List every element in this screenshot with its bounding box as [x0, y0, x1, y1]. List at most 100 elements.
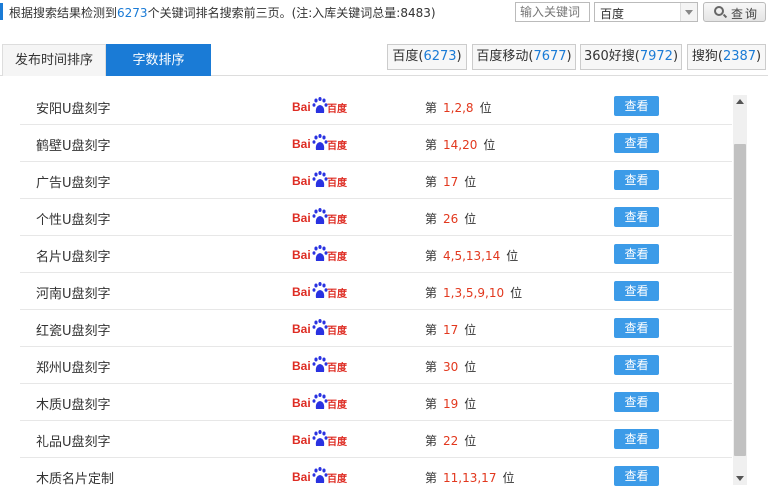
search-icon — [714, 6, 724, 16]
baidu-logo-icon: Bai 百度 — [292, 467, 348, 485]
logo-latin: Bai — [292, 174, 311, 188]
chevron-down-icon[interactable] — [680, 3, 697, 21]
rank-suffix: 位 — [464, 434, 477, 448]
engine-tab-count: 6273 — [423, 49, 457, 64]
keyword-text: 红瓷U盘刻字 — [36, 324, 111, 339]
baidu-logo-icon: Bai 百度 — [292, 245, 348, 263]
logo-latin: Bai — [292, 100, 311, 114]
engine-tab-baidu-mobile[interactable]: 百度移动(7677) — [472, 44, 576, 70]
rank-text: 第 14,20 位 — [425, 136, 495, 153]
rank-positions: 17 — [443, 175, 459, 189]
tab-word-count-sort[interactable]: 字数排序 — [106, 44, 211, 76]
engine-tab-name: 360好搜 — [583, 49, 635, 64]
logo-cn: 百度 — [327, 102, 348, 115]
rank-suffix: 位 — [510, 286, 523, 300]
keyword-text: 鹤壁U盘刻字 — [36, 139, 111, 154]
view-button[interactable]: 查看 — [614, 318, 659, 338]
summary-total: 8483 — [400, 6, 431, 20]
view-button[interactable]: 查看 — [614, 170, 659, 190]
logo-cn: 百度 — [327, 435, 348, 448]
keyword-text: 个性U盘刻字 — [36, 213, 111, 228]
rank-positions: 17 — [443, 323, 459, 337]
table-row: 个性U盘刻字 Bai 百度 第 26 位 查看 — [20, 199, 732, 236]
rank-prefix: 第 — [425, 175, 438, 189]
logo-latin: Bai — [292, 137, 311, 151]
result-list: 安阳U盘刻字 Bai 百度第 1,2,8 位查看 鹤壁U盘刻字 Bai 百度第 14,20 位查看… — [0, 88, 733, 491]
rank-suffix: 位 — [464, 397, 477, 411]
logo-cn: 百度 — [327, 176, 348, 189]
view-button[interactable]: 查看 — [614, 281, 659, 301]
rank-prefix: 第 — [425, 101, 438, 115]
rank-suffix: 位 — [464, 212, 477, 226]
keyword-text: 名片U盘刻字 — [36, 250, 111, 265]
rank-prefix: 第 — [425, 249, 438, 263]
rank-positions: 30 — [443, 360, 459, 374]
paw-icon — [312, 393, 328, 409]
view-button[interactable]: 查看 — [614, 207, 659, 227]
rank-text: 第 22 位 — [425, 432, 476, 449]
rank-positions: 4,5,13,14 — [443, 249, 501, 263]
query-button[interactable]: 查询 — [703, 2, 766, 22]
rank-suffix: 位 — [502, 471, 515, 485]
baidu-logo-icon: Bai 百度 — [292, 134, 348, 152]
logo-latin: Bai — [292, 322, 311, 336]
view-button[interactable]: 查看 — [614, 133, 659, 153]
rank-text: 第 17 位 — [425, 173, 476, 190]
keyword-text: 木质名片定制 — [36, 472, 115, 487]
table-row: 礼品U盘刻字 Bai 百度 第 22 位 查看 — [20, 421, 732, 458]
rank-suffix: 位 — [506, 249, 519, 263]
table-row: 河南U盘刻字 Bai 百度 第 1,3,5,9,10 位 查看 — [20, 273, 732, 310]
paw-icon — [312, 208, 328, 224]
view-button[interactable]: 查看 — [614, 466, 659, 486]
logo-cn: 百度 — [327, 139, 348, 152]
logo-latin: Bai — [292, 433, 311, 447]
keyword-text: 郑州U盘刻字 — [36, 361, 111, 376]
keyword-search-input[interactable] — [515, 2, 590, 22]
baidu-logo-icon: Bai 百度 — [292, 430, 348, 448]
rank-text: 第 17 位 — [425, 321, 476, 338]
summary-text: 根据搜索结果检测到6273个关键词排名搜索前三页。(注:入库关键词总量:8483… — [9, 4, 436, 21]
paw-icon — [312, 134, 328, 150]
summary-count: 6273 — [117, 6, 148, 20]
query-button-label: 查询 — [731, 7, 760, 21]
table-row: 安阳U盘刻字 Bai 百度 第 1,2,8 位 查看 — [20, 88, 732, 125]
rank-text: 第 11,13,17 位 — [425, 469, 514, 486]
table-row: 红瓷U盘刻字 Bai 百度 第 17 位 查看 — [20, 310, 732, 347]
baidu-logo-icon: Bai 百度 — [292, 97, 348, 115]
paw-icon — [312, 171, 328, 187]
rank-text: 第 4,5,13,14 位 — [425, 247, 518, 264]
rank-suffix: 位 — [464, 175, 477, 189]
tab-publish-time-sort[interactable]: 发布时间排序 — [2, 44, 106, 76]
table-row: 广告U盘刻字 Bai 百度 第 17 位 查看 — [20, 162, 732, 199]
engine-tab-360[interactable]: 360好搜(7972) — [580, 44, 682, 70]
rank-text: 第 19 位 — [425, 395, 476, 412]
view-button[interactable]: 查看 — [614, 96, 659, 116]
keyword-text: 礼品U盘刻字 — [36, 435, 111, 450]
scroll-down-icon[interactable] — [733, 471, 747, 485]
keyword-text: 安阳U盘刻字 — [36, 102, 111, 117]
paw-icon — [312, 356, 328, 372]
rank-suffix: 位 — [464, 323, 477, 337]
logo-latin: Bai — [292, 396, 311, 410]
paw-icon — [312, 245, 328, 261]
summary-bar: 根据搜索结果检测到6273个关键词排名搜索前三页。(注:入库关键词总量:8483… — [0, 0, 768, 25]
rank-text: 第 26 位 — [425, 210, 476, 227]
view-button[interactable]: 查看 — [614, 244, 659, 264]
rank-prefix: 第 — [425, 212, 438, 226]
summary-middle: 个关键词排名搜索前三页。(注:入库关键词总量: — [147, 6, 401, 20]
rank-positions: 1,2,8 — [443, 101, 474, 115]
engine-tab-sogou[interactable]: 搜狗(2387) — [687, 44, 766, 70]
view-button[interactable]: 查看 — [614, 355, 659, 375]
summary-prefix: 根据搜索结果检测到 — [9, 6, 118, 20]
engine-select[interactable]: 百度 — [594, 2, 698, 22]
rank-prefix: 第 — [425, 286, 438, 300]
view-button[interactable]: 查看 — [614, 429, 659, 449]
scroll-up-icon[interactable] — [733, 95, 747, 109]
rank-prefix: 第 — [425, 138, 438, 152]
view-button[interactable]: 查看 — [614, 392, 659, 412]
table-row: 木质U盘刻字 Bai 百度 第 19 位 查看 — [20, 384, 732, 421]
scrollbar-thumb[interactable] — [734, 144, 746, 456]
scrollbar[interactable] — [733, 95, 747, 485]
engine-tab-count: 7972 — [639, 49, 673, 64]
engine-tab-baidu[interactable]: 百度(6273) — [387, 44, 467, 70]
